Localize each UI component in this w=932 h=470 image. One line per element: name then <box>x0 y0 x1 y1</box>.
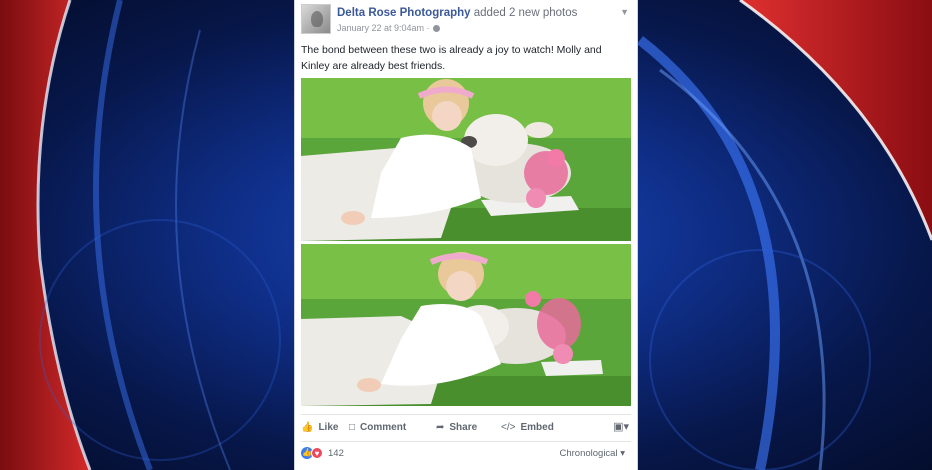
post-photo-1[interactable] <box>301 78 631 241</box>
embed-icon: </> <box>501 422 516 433</box>
embed-button[interactable]: </> Embed <box>501 422 554 433</box>
like-icon: 👍 <box>301 422 314 433</box>
reaction-count[interactable]: 142 <box>328 448 344 459</box>
caret-down-icon[interactable]: ▼ <box>620 7 629 17</box>
like-button[interactable]: 👍 Like <box>301 422 338 433</box>
sort-label: Chronological <box>559 448 618 459</box>
page-avatar[interactable] <box>301 4 331 34</box>
globe-icon <box>432 25 440 32</box>
page-name-link[interactable]: Delta Rose Photography <box>337 7 471 19</box>
love-reaction-icon[interactable]: ♥ <box>311 447 323 459</box>
actions-divider-top <box>301 414 631 415</box>
post-timestamp[interactable]: January 22 at 9:04am · <box>337 23 430 33</box>
comment-sort-dropdown[interactable]: Chronological ▾ <box>559 448 625 459</box>
facebook-post: Delta Rose Photography added 2 new photo… <box>294 0 638 470</box>
share-button[interactable]: ➦ Share <box>436 422 477 433</box>
comment-label: Comment <box>360 422 407 433</box>
reactions-bar: 👍 ♥ 142 Chronological ▾ <box>301 446 631 462</box>
share-menu-icon[interactable]: ▣▾ <box>613 420 629 433</box>
share-icon: ➦ <box>436 422 445 433</box>
embed-label: Embed <box>520 422 554 433</box>
photo-2-image <box>301 244 631 406</box>
post-header: Delta Rose Photography added 2 new photo… <box>301 4 631 36</box>
post-actions-bar: 👍 Like □ Comment ➦ Share </> Embed ▣▾ <box>295 418 639 438</box>
post-text: The bond between these two is already a … <box>301 44 602 72</box>
post-timestamp-line: January 22 at 9:04am · <box>337 23 440 33</box>
post-action: added 2 new photos <box>473 7 578 19</box>
comment-icon: □ <box>349 422 356 433</box>
share-label: Share <box>449 422 478 433</box>
photo-1-image <box>301 78 631 241</box>
post-photo-2[interactable] <box>301 244 631 406</box>
comment-button[interactable]: □ Comment <box>349 422 406 433</box>
page-name-line: Delta Rose Photography added 2 new photo… <box>337 7 577 19</box>
like-label: Like <box>318 422 339 433</box>
actions-divider-bottom <box>301 441 631 442</box>
